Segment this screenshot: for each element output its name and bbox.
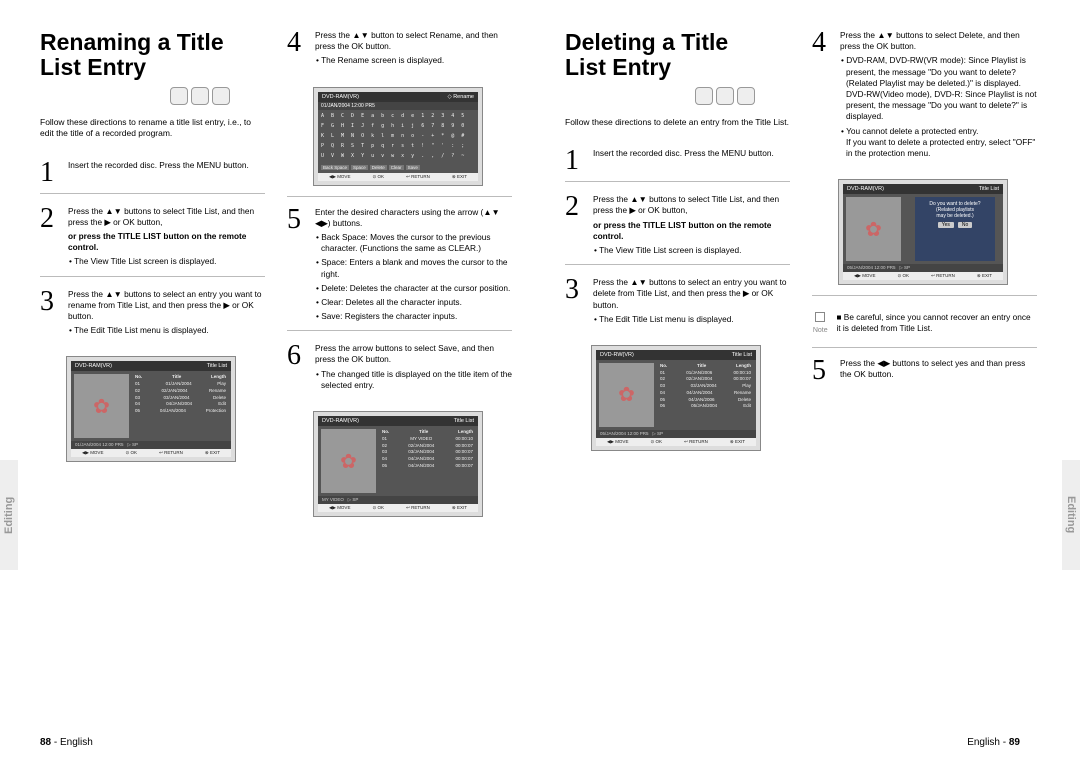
step-bullet: • Clear: Deletes all the character input… [315,297,512,308]
step-bullet: • The Edit Title List menu is displayed. [593,314,790,325]
note-icon: Note [812,312,828,335]
step-bullet: • The Rename screen is displayed. [315,55,512,66]
step-text: Insert the recorded disc. Press the MENU… [593,148,790,159]
confirm-dialog: Do you want to delete? (Related playlist… [915,197,995,261]
step-text: Press the arrow buttons to select Save, … [315,343,512,365]
thumbnail: ✿ [599,363,654,427]
step-text: Press the ▲▼ buttons to select an entry … [68,289,265,323]
step-text: Enter the desired characters using the a… [315,207,512,229]
step-text: Press the ▲▼ buttons to select Title Lis… [593,194,790,216]
step-bullet: • DVD-RAM, DVD-RW(VR mode): Since Playli… [840,55,1037,122]
step: 1 Insert the recorded disc. Press the ME… [565,148,790,182]
step-number: 2 [40,206,60,268]
step-number: 1 [565,148,585,173]
heading-block: Renaming a Title List Entry [40,30,265,105]
step: 4 Press the ▲▼ buttons to select Delete,… [812,30,1037,167]
side-tab: Editing [0,460,18,570]
page-footer: 88 - English [40,737,93,748]
step: 4 Press the ▲▼ button to select Rename, … [287,30,512,75]
thumbnail: ✿ [846,197,901,261]
step-number: 3 [565,277,585,325]
disc-icons [565,87,755,105]
note-box: Note ■ Be careful, since you cannot reco… [812,306,1037,341]
step-bullet: • Save: Registers the character inputs. [315,311,512,322]
step-number: 3 [40,289,60,337]
step-text: Press the ▲▼ buttons to select Delete, a… [840,30,1037,52]
screenshot-title-list: DVD-RW(VR)Title List ✿ No.TitleLength 01… [591,345,761,451]
section-title: Renaming a Title List Entry [40,30,230,81]
step-number: 4 [812,30,832,159]
step-bullet: • The View Title List screen is displaye… [593,245,790,256]
step-bullet: • Space: Enters a blank and moves the cu… [315,257,512,279]
heading-block: Deleting a Title List Entry [565,30,790,105]
step: 3 Press the ▲▼ buttons to select an entr… [565,277,790,333]
screenshot-title-list: DVD-RAM(VR)Title List ✿ No.TitleLength 0… [313,411,483,517]
step-text: Press the ▲▼ buttons to select an entry … [593,277,790,311]
disc-icon [695,87,713,105]
step-bold: or press the TITLE LIST button on the re… [593,220,790,242]
step-bold: or press the TITLE LIST button on the re… [68,231,265,253]
yes-button: Yes [938,222,954,228]
screenshot-rename: DVD-RAM(VR)◇ Rename 01/JAN/2004 12:00 PR… [313,87,483,186]
disc-icon [191,87,209,105]
page-footer: English - 89 [967,737,1020,748]
step: 5 Enter the desired characters using the… [287,207,512,332]
step-number: 5 [812,358,832,383]
disc-icon [212,87,230,105]
no-button: No [958,222,972,228]
step: 3 Press the ▲▼ buttons to select an entr… [40,289,265,345]
step: 2 Press the ▲▼ buttons to select Title L… [565,194,790,265]
page-89: Deleting a Title List Entry Follow these… [565,30,1065,730]
step-number: 1 [40,160,60,185]
screenshot-delete-confirm: DVD-RAM(VR)Title List ✿ Do you want to d… [838,179,1008,285]
step-text: Press the ◀▶ buttons to select yes and t… [840,358,1037,380]
step-bullet: • The changed title is displayed on the … [315,369,512,391]
step-text: Insert the recorded disc. Press the MENU… [68,160,265,171]
disc-icon [737,87,755,105]
thumbnail: ✿ [321,429,376,493]
step: 2 Press the ▲▼ buttons to select Title L… [40,206,265,277]
step-number: 4 [287,30,307,67]
step-bullet: • The Edit Title List menu is displayed. [68,325,265,336]
step-bullet: • Back Space: Moves the cursor to the pr… [315,232,512,254]
step-number: 2 [565,194,585,256]
intro-text: Follow these directions to rename a titl… [40,117,265,140]
step-text: Press the ▲▼ button to select Rename, an… [315,30,512,52]
disc-icon [170,87,188,105]
disc-icon [716,87,734,105]
disc-icons [40,87,230,105]
page-88: Renaming a Title List Entry Follow these… [40,30,540,730]
note-text: Be careful, since you cannot recover an … [836,312,1030,333]
screenshot-title-list: DVD-RAM(VR)Title List ✿ No.TitleLength 0… [66,356,236,462]
step-bullet: • The View Title List screen is displaye… [68,256,265,267]
step-text: Press the ▲▼ buttons to select Title Lis… [68,206,265,228]
side-tab: Editing [1062,460,1080,570]
step: 6 Press the arrow buttons to select Save… [287,343,512,399]
thumbnail: ✿ [74,374,129,438]
step: 1 Insert the recorded disc. Press the ME… [40,160,265,194]
step-bullet: • You cannot delete a protected entry. I… [840,126,1037,160]
step: 5 Press the ◀▶ buttons to select yes and… [812,358,1037,391]
step-bullet: • Delete: Deletes the character at the c… [315,283,512,294]
intro-text: Follow these directions to delete an ent… [565,117,790,128]
step-number: 5 [287,207,307,323]
section-title: Deleting a Title List Entry [565,30,755,81]
step-number: 6 [287,343,307,391]
